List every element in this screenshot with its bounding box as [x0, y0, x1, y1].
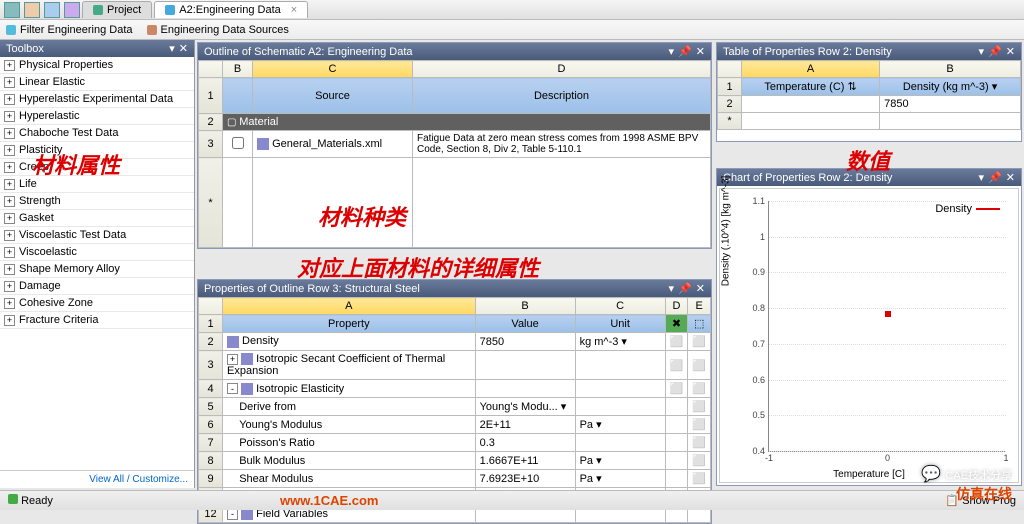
properties-panel: Properties of Outline Row 3: Structural … [197, 279, 712, 524]
file-icon [257, 138, 269, 150]
dropdown-icon[interactable]: ▾ [669, 282, 675, 295]
tool-icon-1[interactable] [4, 2, 20, 18]
toolbox-item[interactable]: +Fracture Criteria [0, 312, 194, 329]
properties-header: Properties of Outline Row 3: Structural … [198, 280, 711, 297]
expand-icon[interactable]: + [4, 298, 15, 309]
annotation-4: 数值 [846, 144, 1024, 166]
outline-table[interactable]: BCD 1SourceDescription 2▢ Material 3 Gen… [198, 60, 711, 248]
property-row[interactable]: 8 Bulk Modulus1.6667E+11Pa ▾⬜ [199, 452, 711, 470]
toolbox-item[interactable]: +Hyperelastic Experimental Data [0, 91, 194, 108]
sources-icon [147, 25, 157, 35]
property-row[interactable]: 5 Derive fromYoung's Modu... ▾⬜ [199, 398, 711, 416]
chart-xlabel: Temperature [C] [833, 469, 905, 480]
data-point [885, 311, 891, 317]
toolbox-item[interactable]: +Creep [0, 159, 194, 176]
property-row[interactable]: 3+ Isotropic Secant Coefficient of Therm… [199, 351, 711, 380]
table-props-table[interactable]: AB 1Temperature (C) ⇅Density (kg m^-3) ▾… [717, 60, 1021, 130]
property-row[interactable]: 2 Density7850kg m^-3 ▾⬜⬜ [199, 333, 711, 351]
close-icon[interactable]: ✕ [1006, 45, 1015, 58]
expand-icon[interactable]: + [4, 162, 15, 173]
prop-icon [241, 353, 253, 365]
property-row[interactable]: 6 Young's Modulus2E+11Pa ▾⬜ [199, 416, 711, 434]
expand-icon[interactable]: + [4, 213, 15, 224]
pin-icon[interactable]: 📌 [988, 45, 1002, 58]
pin-icon[interactable]: 📌 [678, 45, 692, 58]
tool-icon-4[interactable] [64, 2, 80, 18]
tab-engineering-data[interactable]: A2:Engineering Data× [154, 1, 308, 18]
chart-panel: Chart of Properties Row 2: Density ▾📌✕ D… [716, 168, 1022, 486]
dropdown-icon[interactable]: ▾ [669, 45, 675, 58]
expand-icon[interactable]: + [4, 315, 15, 326]
toolbox-item[interactable]: +Life [0, 176, 194, 193]
dropdown-icon[interactable]: ▾ [979, 171, 985, 184]
tab-project[interactable]: Project [82, 1, 152, 18]
expand-icon[interactable]: + [4, 281, 15, 292]
expand-icon[interactable]: + [4, 145, 15, 156]
toolbox-item[interactable]: +Strength [0, 193, 194, 210]
pin-icon[interactable]: 📌 [678, 282, 692, 295]
prop-icon [227, 336, 239, 348]
pin-icon[interactable]: 📌 [988, 171, 1002, 184]
engineering-data-sources[interactable]: Engineering Data Sources [147, 24, 289, 36]
toolbox-item[interactable]: +Gasket [0, 210, 194, 227]
watermark-3: www.1CAE.com [280, 493, 378, 508]
toolbox-item[interactable]: +Linear Elastic [0, 74, 194, 91]
expand-icon[interactable]: + [4, 179, 15, 190]
toolbox-item[interactable]: +Plasticity [0, 142, 194, 159]
table-props-panel: Table of Properties Row 2: Density ▾📌✕ A… [716, 42, 1022, 142]
engdata-icon [165, 5, 175, 15]
tool-icon-2[interactable] [24, 2, 40, 18]
toolbox-list: +Physical Properties+Linear Elastic+Hype… [0, 57, 194, 470]
expand-icon[interactable]: + [4, 94, 15, 105]
watermark-1: 💬 CAE技术分享 [921, 464, 1012, 484]
toolbox-item[interactable]: +Physical Properties [0, 57, 194, 74]
dropdown-icon[interactable]: ▾ [979, 45, 985, 58]
property-row[interactable]: 7 Poisson's Ratio0.3⬜ [199, 434, 711, 452]
outline-header: Outline of Schematic A2: Engineering Dat… [198, 43, 711, 60]
toolbox-customize[interactable]: View All / Customize... [0, 470, 194, 488]
toolbox-header: Toolbox ▾✕ [0, 40, 194, 57]
expand-icon[interactable]: + [4, 60, 15, 71]
outline-panel: Outline of Schematic A2: Engineering Dat… [197, 42, 712, 249]
chart-ylabel: Density (.10^4) [kg m^-3] [721, 175, 732, 286]
expand-icon[interactable]: + [4, 264, 15, 275]
density-chart[interactable]: Density Density (.10^4) [kg m^-3] Temper… [719, 188, 1019, 483]
expand-icon[interactable]: + [4, 196, 15, 207]
property-row[interactable]: 9 Shear Modulus7.6923E+10Pa ▾⬜ [199, 470, 711, 488]
filter-bar: Filter Engineering Data Engineering Data… [0, 20, 1024, 40]
close-icon[interactable]: ✕ [1006, 171, 1015, 184]
watermark-2: 仿真在线 [956, 484, 1012, 504]
expand-icon[interactable]: + [4, 247, 15, 258]
table-props-header: Table of Properties Row 2: Density ▾📌✕ [717, 43, 1021, 60]
toolbox-item[interactable]: +Hyperelastic [0, 108, 194, 125]
close-icon[interactable]: ✕ [696, 45, 705, 58]
pin-icon[interactable]: ▾ [169, 42, 175, 55]
toolbox-panel: Toolbox ▾✕ +Physical Properties+Linear E… [0, 40, 195, 488]
prop-icon [241, 383, 253, 395]
toolbox-item[interactable]: +Cohesive Zone [0, 295, 194, 312]
material-checkbox[interactable] [232, 137, 244, 149]
status-bar: Ready 📋 Show Prog [0, 490, 1024, 510]
chart-header: Chart of Properties Row 2: Density ▾📌✕ [717, 169, 1021, 186]
toolbox-item[interactable]: +Shape Memory Alloy [0, 261, 194, 278]
filter-icon [6, 25, 16, 35]
filter-engineering-data[interactable]: Filter Engineering Data [6, 24, 133, 36]
toolbox-item[interactable]: +Damage [0, 278, 194, 295]
close-icon[interactable]: × [291, 4, 297, 16]
project-icon [93, 5, 103, 15]
toolbox-item[interactable]: +Viscoelastic Test Data [0, 227, 194, 244]
close-icon[interactable]: ✕ [179, 42, 188, 55]
tool-icon-3[interactable] [44, 2, 60, 18]
property-row[interactable]: 4- Isotropic Elasticity⬜⬜ [199, 380, 711, 398]
expand-icon[interactable]: + [4, 111, 15, 122]
expand-icon[interactable]: + [4, 128, 15, 139]
close-icon[interactable]: ✕ [696, 282, 705, 295]
toolbox-item[interactable]: +Viscoelastic [0, 244, 194, 261]
expand-icon[interactable]: + [4, 230, 15, 241]
expand-icon[interactable]: + [4, 77, 15, 88]
toolbox-item[interactable]: +Chaboche Test Data [0, 125, 194, 142]
ready-icon [8, 494, 18, 504]
toolbar: Project A2:Engineering Data× [0, 0, 1024, 20]
